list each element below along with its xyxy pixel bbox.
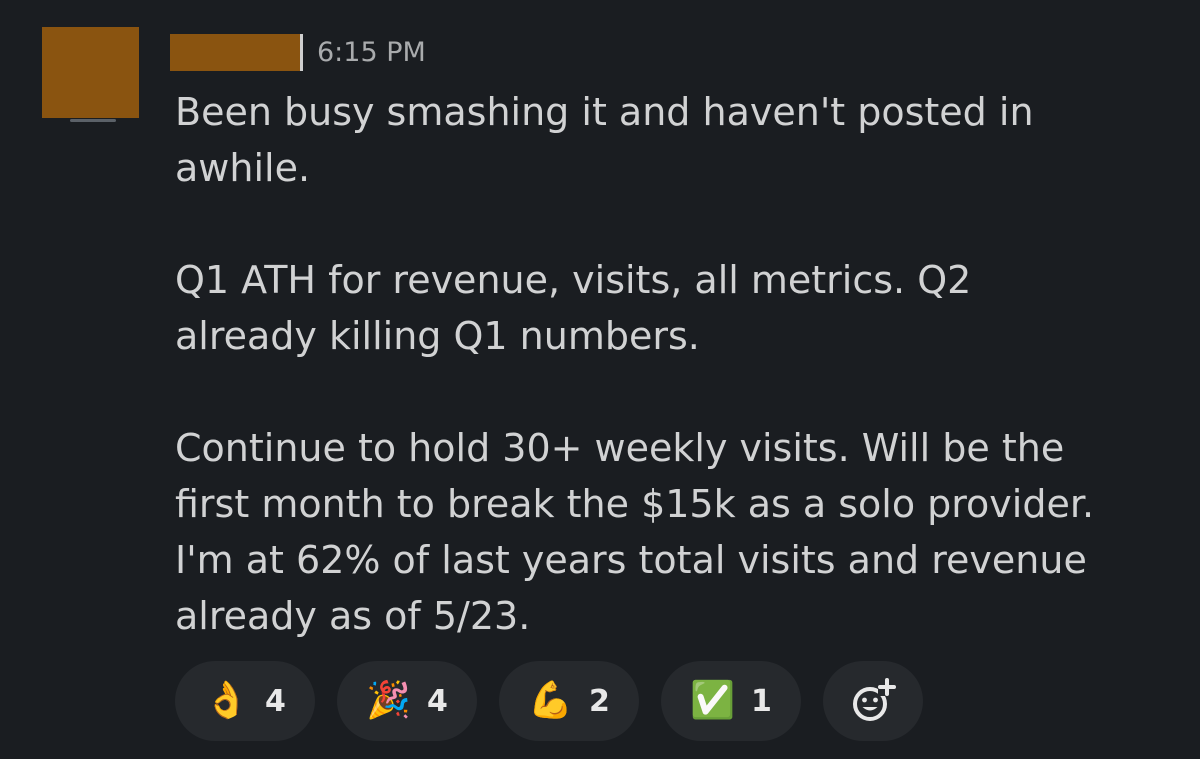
reaction-bar: 👌 4 🎉 4 💪 2 ✅ 1 — [175, 661, 923, 741]
reaction-count: 4 — [264, 683, 286, 719]
add-reaction-button[interactable] — [823, 661, 923, 741]
reaction-flexed-biceps[interactable]: 💪 2 — [499, 661, 639, 741]
add-reaction-icon — [853, 678, 896, 721]
reaction-ok-hand[interactable]: 👌 4 — [175, 661, 315, 741]
avatar[interactable] — [42, 27, 139, 118]
text-cursor — [300, 34, 303, 71]
message-timestamp[interactable]: 6:15 PM — [317, 36, 426, 70]
reaction-count: 4 — [426, 683, 448, 719]
message-view: 6:15 PM Been busy smashing it and haven'… — [0, 0, 1200, 759]
reaction-party-popper[interactable]: 🎉 4 — [337, 661, 477, 741]
check-mark-icon: ✅ — [690, 680, 735, 721]
reaction-count: 2 — [588, 683, 610, 719]
party-popper-icon: 🎉 — [366, 680, 411, 721]
message-paragraph: Been busy smashing it and haven't posted… — [175, 90, 1034, 190]
avatar-edge — [70, 119, 116, 122]
message-paragraph: Q1 ATH for revenue, visits, all metrics.… — [175, 258, 972, 358]
reaction-count: 1 — [750, 683, 772, 719]
message-paragraph: Continue to hold 30+ weekly visits. Will… — [175, 426, 1095, 638]
sender-name-redacted[interactable] — [170, 34, 300, 71]
flexed-biceps-icon: 💪 — [528, 680, 573, 721]
message-body: Been busy smashing it and haven't posted… — [175, 84, 1175, 644]
ok-hand-icon: 👌 — [204, 680, 249, 721]
reaction-check-mark[interactable]: ✅ 1 — [661, 661, 801, 741]
